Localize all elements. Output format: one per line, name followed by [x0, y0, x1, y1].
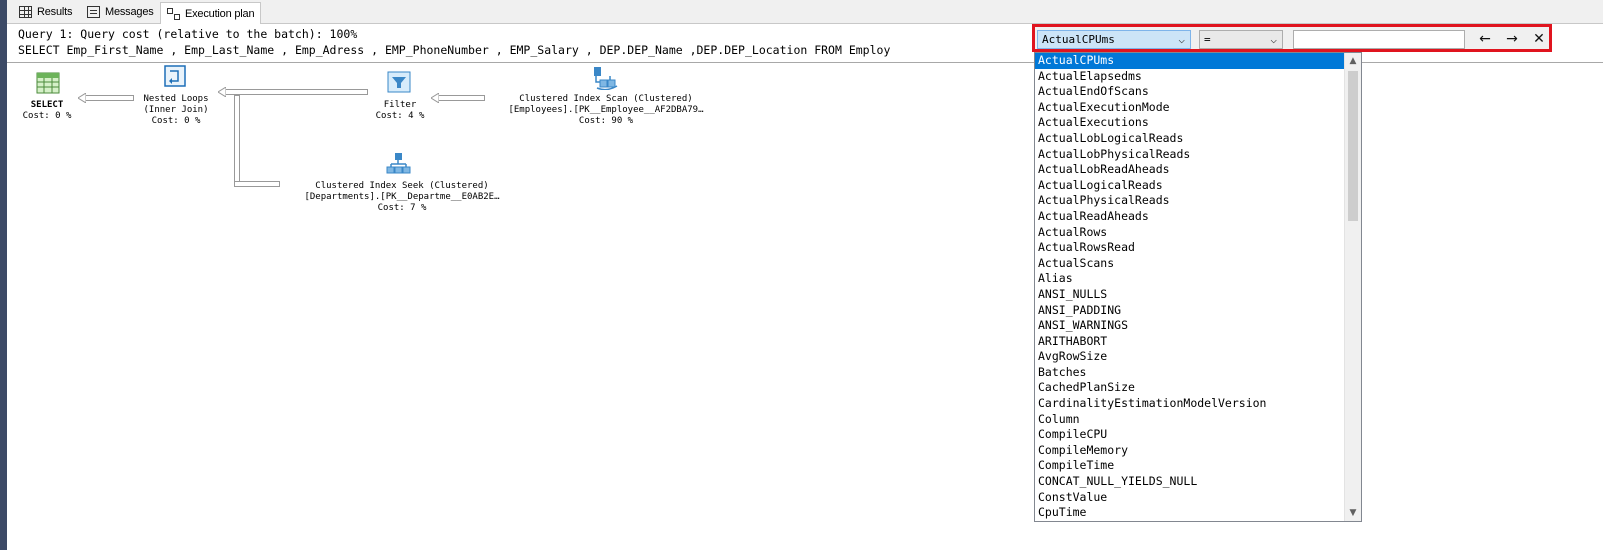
seek-object: [Departments].[PK__Departme__E0AB2E… — [304, 192, 500, 202]
scrollbar-thumb[interactable] — [1348, 71, 1358, 221]
tab-messages[interactable]: Messages — [87, 2, 154, 22]
dropdown-option[interactable]: ActualLogicalReads — [1035, 178, 1361, 194]
tab-results-label: Results — [37, 6, 73, 18]
dropdown-option[interactable]: ActualPhysicalReads — [1035, 193, 1361, 209]
plan-node-clustered-index-scan[interactable]: Clustered Index Scan (Clustered) [Employ… — [482, 94, 730, 127]
nested-loops-icon[interactable] — [164, 65, 186, 87]
dropdown-option[interactable]: ActualExecutions — [1035, 115, 1361, 131]
dropdown-option[interactable]: ANSI_WARNINGS — [1035, 318, 1361, 334]
dropdown-option[interactable]: CONCAT_NULL_YIELDS_NULL — [1035, 474, 1361, 490]
execution-plan-window: Results Messages Execution plan Query 1:… — [0, 0, 1603, 550]
tab-messages-label: Messages — [105, 6, 154, 18]
find-previous-button[interactable]: ← — [1474, 30, 1496, 49]
results-tabstrip: Results Messages Execution plan — [7, 0, 1603, 24]
scroll-up-icon[interactable]: ▲ — [1345, 53, 1361, 69]
property-combobox-value: ActualCPUms — [1042, 33, 1115, 46]
dropdown-option[interactable]: Alias — [1035, 271, 1361, 287]
nested-loops-join-type: (Inner Join) — [143, 105, 209, 115]
dropdown-option[interactable]: ActualLobPhysicalReads — [1035, 147, 1361, 163]
arrow-right-icon: → — [1506, 31, 1518, 47]
filter-name: Filter — [383, 100, 417, 110]
execution-plan-icon — [167, 7, 180, 20]
connector-select-nested — [82, 95, 134, 101]
clustered-index-scan-icon[interactable] — [592, 64, 620, 90]
dropdown-option[interactable]: CachedPlanSize — [1035, 380, 1361, 396]
dropdown-option[interactable]: ActualEndOfScans — [1035, 84, 1361, 100]
dropdown-option[interactable]: ANSI_PADDING — [1035, 303, 1361, 319]
dropdown-option[interactable]: ActualScans — [1035, 256, 1361, 272]
dropdown-option[interactable]: ActualLobLogicalReads — [1035, 131, 1361, 147]
nested-loops-name: Nested Loops — [143, 94, 209, 104]
scroll-down-icon[interactable]: ▼ — [1345, 505, 1361, 521]
messages-icon — [87, 6, 100, 18]
select-name: SELECT — [30, 100, 64, 110]
window-left-border — [0, 0, 7, 550]
dropdown-option[interactable]: ActualCPUms — [1035, 53, 1361, 69]
dropdown-option[interactable]: ANSI_NULLS — [1035, 287, 1361, 303]
dropdown-option[interactable]: ConstValue — [1035, 490, 1361, 506]
connector-filter-scan — [435, 95, 485, 101]
scan-object: [Employees].[PK__Employee__AF2DBA79… — [508, 105, 704, 115]
dropdown-option[interactable]: Column — [1035, 412, 1361, 428]
results-grid-icon — [19, 6, 32, 18]
dropdown-option[interactable]: ActualLobReadAheads — [1035, 162, 1361, 178]
dropdown-option[interactable]: AvgRowSize — [1035, 349, 1361, 365]
filter-cost: Cost: 4 % — [375, 111, 425, 121]
query-sql-line: SELECT Emp_First_Name , Emp_Last_Name , … — [18, 43, 891, 57]
dropdown-option[interactable]: Batches — [1035, 365, 1361, 381]
dropdown-option[interactable]: CompileTime — [1035, 458, 1361, 474]
dropdown-option[interactable]: ActualReadAheads — [1035, 209, 1361, 225]
plan-node-select[interactable]: SELECT Cost: 0 % — [12, 100, 82, 122]
tab-execution-plan[interactable]: Execution plan — [160, 2, 262, 24]
connector-nested-seek — [234, 181, 280, 187]
query-separator — [7, 62, 1603, 63]
dropdown-option[interactable]: ARITHABORT — [1035, 334, 1361, 350]
tab-execution-plan-label: Execution plan — [185, 7, 255, 20]
search-value-input[interactable] — [1293, 30, 1465, 49]
seek-cost: Cost: 7 % — [377, 203, 427, 213]
connector-nested-filter — [222, 89, 368, 95]
dropdown-option[interactable]: ActualRows — [1035, 225, 1361, 241]
tab-results[interactable]: Results — [19, 2, 72, 22]
filter-icon[interactable] — [387, 71, 411, 93]
dropdown-option[interactable]: ActualElapsedms — [1035, 69, 1361, 85]
dropdown-option[interactable]: CardinalityEstimationModelVersion — [1035, 396, 1361, 412]
plan-find-bar: ActualCPUms ⌵ = ⌵ ← → ✕ — [1032, 24, 1552, 52]
find-next-button[interactable]: → — [1501, 30, 1523, 49]
connector-nested-vertical — [234, 95, 240, 187]
property-combobox[interactable]: ActualCPUms ⌵ — [1037, 30, 1191, 49]
select-cost: Cost: 0 % — [22, 111, 72, 121]
dropdown-scrollbar[interactable]: ▲ ▼ — [1344, 53, 1361, 521]
clustered-index-seek-icon[interactable] — [385, 151, 413, 175]
dropdown-option[interactable]: CompileCPU — [1035, 427, 1361, 443]
close-find-button[interactable]: ✕ — [1528, 30, 1550, 49]
operator-combobox-value: = — [1204, 33, 1211, 46]
dropdown-option[interactable]: ActualRowsRead — [1035, 240, 1361, 256]
nested-loops-cost: Cost: 0 % — [151, 116, 201, 126]
close-icon: ✕ — [1533, 31, 1545, 47]
plan-node-filter[interactable]: Filter Cost: 4 % — [364, 100, 436, 122]
chevron-down-icon: ⌵ — [1270, 33, 1277, 46]
property-options: ActualCPUms ActualElapsedms ActualEndOfSca… — [1035, 53, 1361, 521]
query-cost-line: Query 1: Query cost (relative to the bat… — [18, 27, 358, 41]
dropdown-option[interactable]: CpuTime — [1035, 505, 1361, 521]
chevron-down-icon: ⌵ — [1178, 33, 1185, 46]
plan-node-clustered-index-seek[interactable]: Clustered Index Seek (Clustered) [Depart… — [278, 181, 526, 214]
dropdown-option[interactable]: CompileMemory — [1035, 443, 1361, 459]
arrow-left-icon: ← — [1479, 31, 1491, 47]
property-dropdown-list[interactable]: ActualCPUms ActualElapsedms ActualEndOfSca… — [1034, 52, 1362, 522]
seek-name: Clustered Index Seek (Clustered) — [315, 181, 489, 191]
operator-combobox[interactable]: = ⌵ — [1199, 30, 1283, 49]
select-result-icon[interactable] — [36, 72, 60, 94]
plan-node-nested-loops[interactable]: Nested Loops (Inner Join) Cost: 0 % — [130, 94, 222, 127]
scan-name: Clustered Index Scan (Clustered) — [519, 94, 693, 104]
dropdown-option[interactable]: ActualExecutionMode — [1035, 100, 1361, 116]
scan-cost: Cost: 90 % — [578, 116, 634, 126]
